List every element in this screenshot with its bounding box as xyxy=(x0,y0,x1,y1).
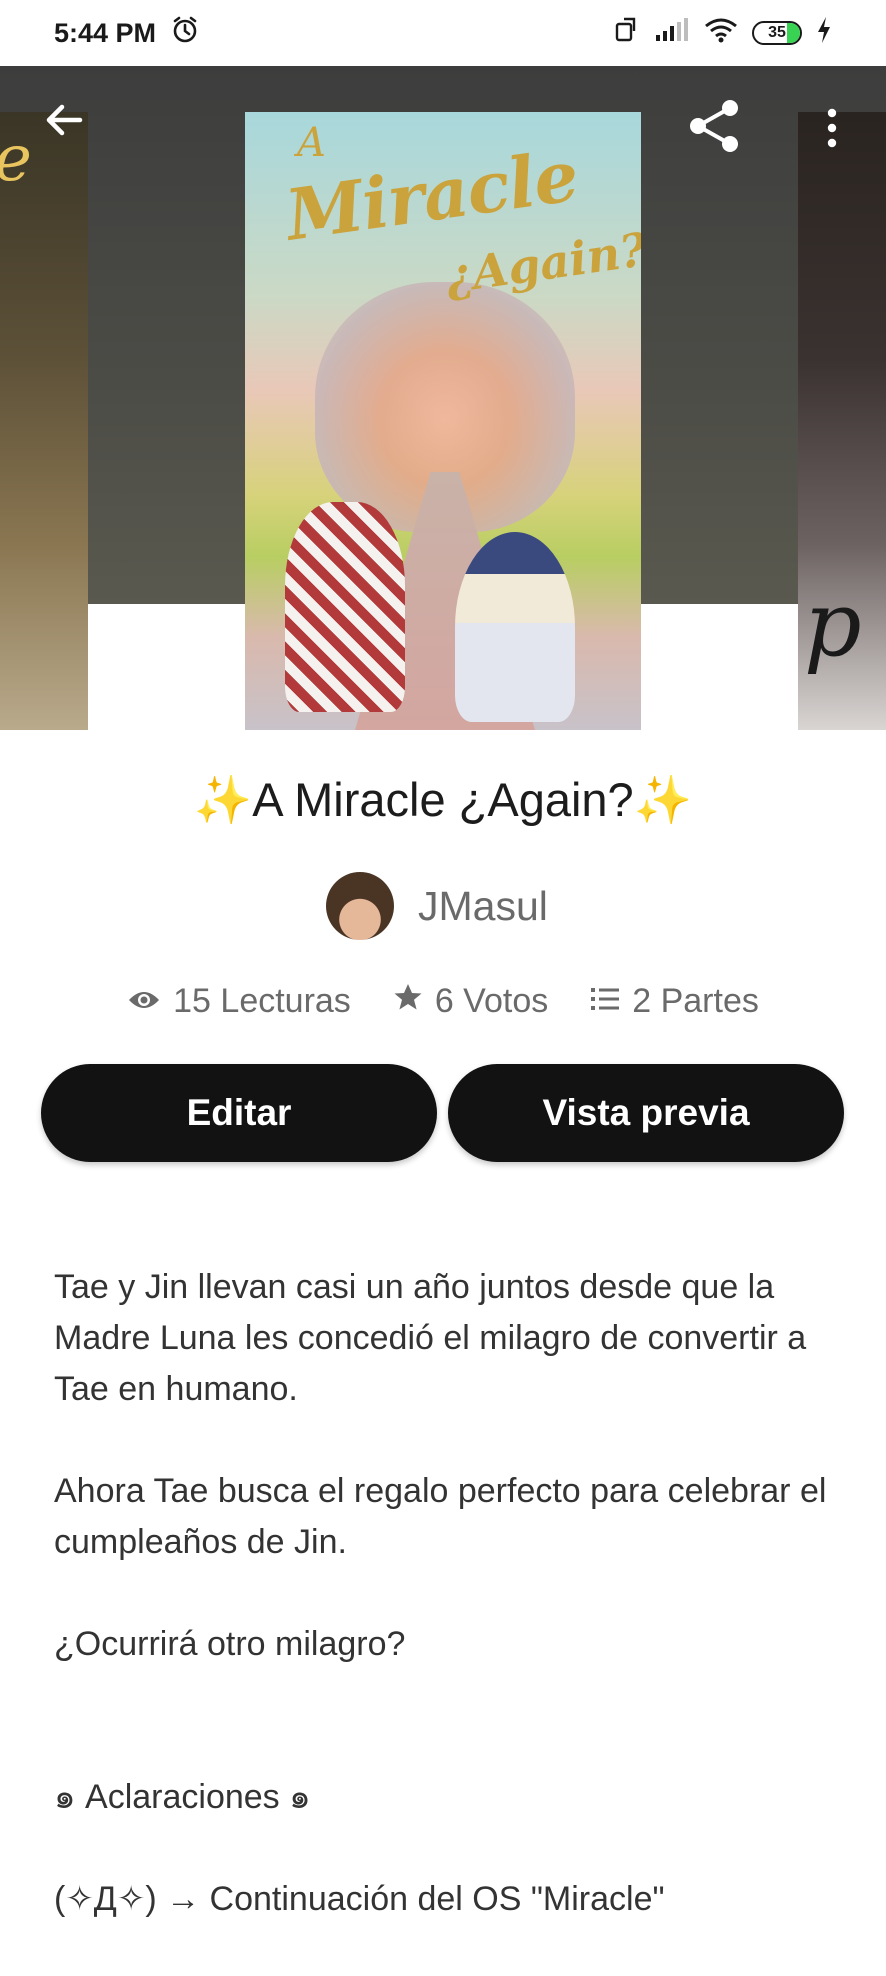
battery-level: 35 xyxy=(768,24,786,41)
description-section-heading: ๑ Aclaraciones ๑ xyxy=(54,1778,311,1816)
reads-stat: 15 Lecturas xyxy=(127,982,351,1021)
share-button[interactable] xyxy=(680,94,748,162)
charging-icon xyxy=(816,16,832,51)
back-button[interactable] xyxy=(34,92,94,152)
arrow-left-icon xyxy=(42,98,86,147)
more-vertical-icon xyxy=(826,108,838,153)
story-cover[interactable]: A Miracle ¿Again? xyxy=(245,112,641,730)
edit-button[interactable]: Editar xyxy=(41,1064,437,1162)
description-note: (✧Д✧) → Continuación del OS "Miracle" xyxy=(54,1880,665,1918)
next-cover-text: p xyxy=(804,572,862,677)
avatar xyxy=(326,872,394,940)
parts-stat: 2 Partes xyxy=(590,982,759,1021)
status-bar: 5:44 PM 35 xyxy=(0,0,886,66)
next-story-cover[interactable]: p xyxy=(798,112,886,730)
list-icon xyxy=(590,982,620,1021)
story-description: Tae y Jin llevan casi un año juntos desd… xyxy=(54,1262,844,1976)
rotate-icon xyxy=(612,16,640,51)
eye-icon xyxy=(127,982,161,1021)
description-paragraph-1: Tae y Jin llevan casi un año juntos desd… xyxy=(54,1268,807,1408)
author-name: JMasul xyxy=(418,882,548,929)
votes-count: 6 Votos xyxy=(434,982,549,1020)
more-options-button[interactable] xyxy=(804,98,860,162)
star-icon xyxy=(393,982,423,1021)
description-paragraph-3: ¿Ocurrirá otro milagro? xyxy=(54,1625,406,1663)
votes-stat: 6 Votos xyxy=(393,982,548,1021)
status-time: 5:44 PM xyxy=(54,17,157,48)
cover-figure-right xyxy=(455,532,575,722)
story-title: ✨A Miracle ¿Again?✨ xyxy=(193,773,693,826)
description-paragraph-2: Ahora Tae busca el regalo perfecto para … xyxy=(54,1472,827,1561)
share-icon xyxy=(685,97,743,160)
story-stats: 15 Lecturas 6 Votos 2 Partes xyxy=(0,982,886,1021)
previous-cover-text: e xyxy=(0,122,32,196)
alarm-icon xyxy=(170,15,200,52)
cover-figure-left xyxy=(285,502,405,712)
previous-story-cover[interactable]: e xyxy=(0,112,88,730)
cover-title-sub: ¿Again? xyxy=(442,222,641,304)
cover-title-a: A xyxy=(297,120,326,166)
parts-count: 2 Partes xyxy=(632,982,759,1020)
preview-button[interactable]: Vista previa xyxy=(448,1064,844,1162)
author-link[interactable]: JMasul xyxy=(326,872,548,940)
reads-count: 15 Lecturas xyxy=(173,982,351,1020)
wifi-icon xyxy=(704,17,738,50)
battery-indicator: 35 xyxy=(752,21,802,45)
signal-icon xyxy=(654,17,690,50)
